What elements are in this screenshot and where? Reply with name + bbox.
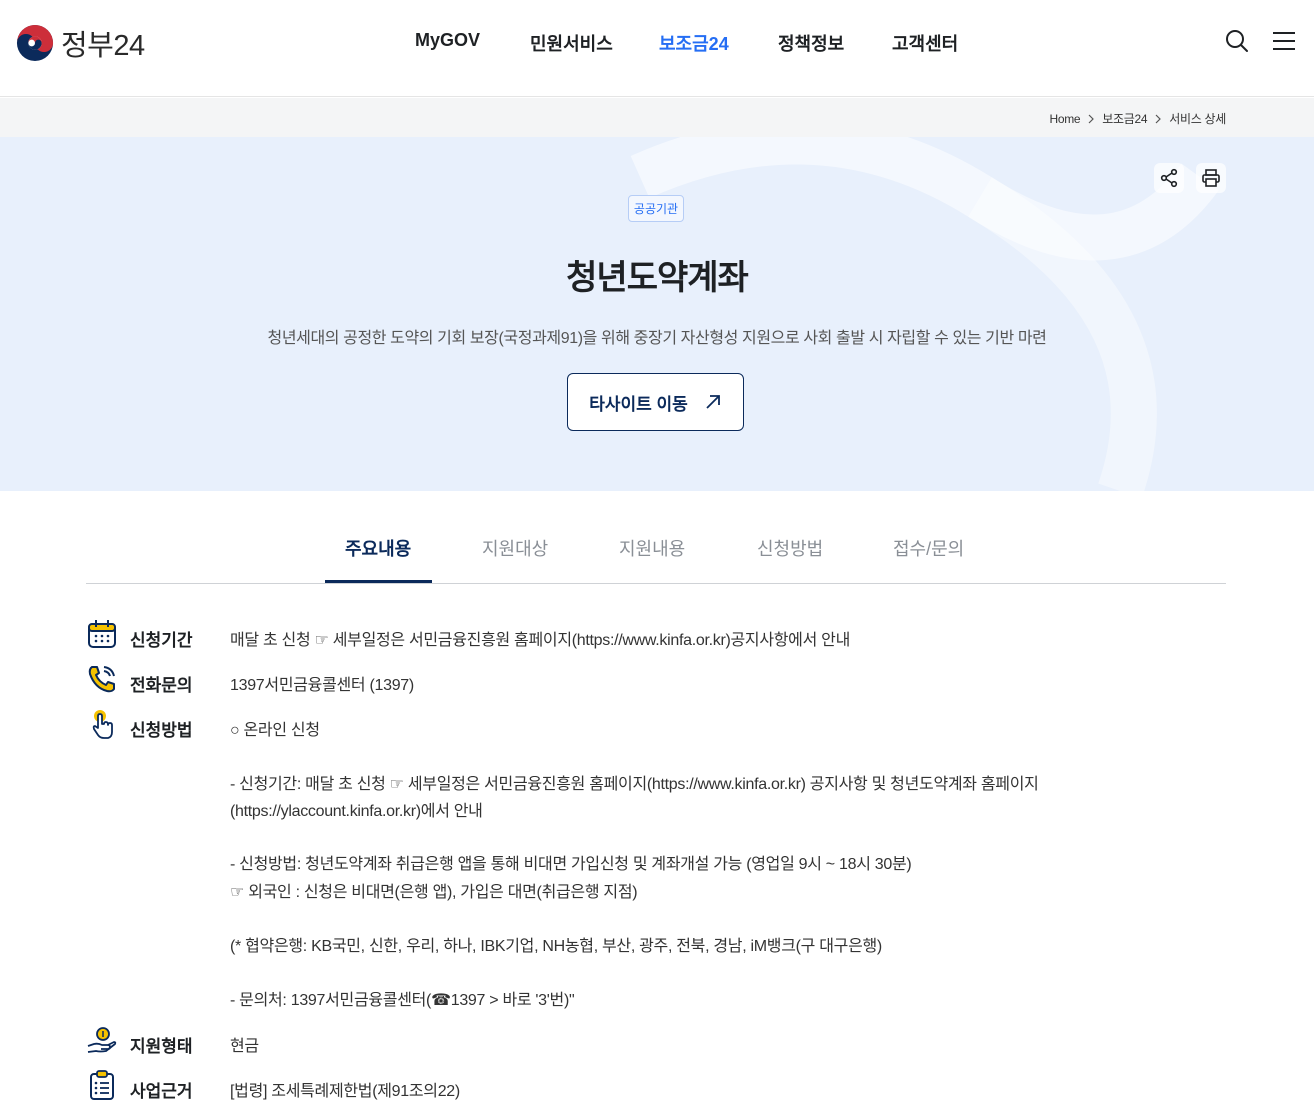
method-line: (https://ylaccount.kinfa.or.kr)에서 안내 xyxy=(230,803,483,820)
nav-policy-info[interactable]: 정책정보 xyxy=(778,30,844,56)
tab-contact[interactable]: 접수/문의 xyxy=(893,535,964,561)
menu-icon[interactable] xyxy=(1271,28,1297,54)
method-line: (* 협약은행: KB국민, 신한, 우리, 하나, IBK기업, NH농협, … xyxy=(230,938,882,955)
legal-basis-value: [법령] 조세특례제한법(제91조의22) xyxy=(230,1083,460,1100)
tab-main-content[interactable]: 주요내용 xyxy=(345,535,411,561)
method-line: - 신청방법: 청년도약계좌 취급은행 앱을 통해 비대면 가입신청 및 계좌개… xyxy=(230,856,912,873)
tab-support-content[interactable]: 지원내용 xyxy=(619,535,685,561)
method-line: - 문의처: 1397서민금융콜센터(☎1397 > 바로 '3'번)" xyxy=(230,992,575,1009)
nav-customer-center[interactable]: 고객센터 xyxy=(892,30,958,56)
method-label: 신청방법 xyxy=(130,721,193,740)
hero-tools xyxy=(1154,163,1226,193)
hand-pointer-icon xyxy=(92,710,113,739)
taegeuk-logo-icon xyxy=(16,24,54,62)
support-type-value: 현금 xyxy=(230,1038,259,1055)
external-site-button-label: 타사이트 이동 xyxy=(589,394,688,414)
header: 정부24 MyGOV 민원서비스 보조금24 정책정보 고객센터 xyxy=(0,0,1314,97)
cash-hand-icon xyxy=(87,1027,117,1053)
support-type-label: 지원형태 xyxy=(130,1037,193,1056)
print-icon xyxy=(1202,169,1220,187)
legal-basis-label: 사업근거 xyxy=(130,1082,193,1101)
page-description: 청년세대의 공정한 도약의 기회 보장(국정과제91)을 위해 중장기 자산형성… xyxy=(267,330,1047,347)
page-title: 청년도약계좌 xyxy=(566,259,749,297)
breadcrumb-subsidy24[interactable]: 보조금24 xyxy=(1102,110,1147,127)
active-tab-indicator xyxy=(325,580,432,583)
share-icon xyxy=(1160,168,1178,188)
phone-value: 1397서민금융콜센터 (1397) xyxy=(230,677,414,694)
search-icon[interactable] xyxy=(1224,28,1250,54)
nav-mygov[interactable]: MyGOV xyxy=(415,30,480,51)
category-badge: 공공기관 xyxy=(628,195,684,222)
nav-civil-service[interactable]: 민원서비스 xyxy=(530,30,613,56)
tab-application-method[interactable]: 신청방법 xyxy=(757,535,823,561)
external-site-button[interactable]: 타사이트 이동 xyxy=(567,373,744,431)
logo-text: 정부24 xyxy=(61,30,145,62)
breadcrumb-current: 서비스 상세 xyxy=(1169,112,1226,126)
arrow-up-right-icon xyxy=(706,395,720,409)
phone-label: 전화문의 xyxy=(130,676,193,695)
tab-eligibility[interactable]: 지원대상 xyxy=(482,535,548,561)
breadcrumb-bar: Home 보조금24 서비스 상세 xyxy=(0,98,1314,137)
method-line: ☞ 외국인 : 신청은 비대면(은행 앱), 가입은 대면(취급은행 지점) xyxy=(230,884,638,901)
chevron-right-icon xyxy=(1155,114,1162,123)
content-tabs: 주요내용 지원대상 지원내용 신청방법 접수/문의 xyxy=(86,491,1226,584)
logo[interactable]: 정부24 xyxy=(16,22,145,64)
method-line: ○ 온라인 신청 xyxy=(230,722,320,739)
period-value: 매달 초 신청 ☞ 세부일정은 서민금융진흥원 홈페이지(https://www… xyxy=(230,632,851,649)
period-label: 신청기간 xyxy=(130,631,193,650)
clipboard-list-icon xyxy=(90,1070,114,1100)
chevron-right-icon xyxy=(1088,114,1095,123)
method-line: - 신청기간: 매달 초 신청 ☞ 세부일정은 서민금융진흥원 홈페이지(htt… xyxy=(230,776,1039,793)
nav-subsidy24[interactable]: 보조금24 xyxy=(659,30,729,56)
print-button[interactable] xyxy=(1196,163,1226,193)
breadcrumb-home[interactable]: Home xyxy=(1049,112,1080,126)
share-button[interactable] xyxy=(1154,163,1184,193)
breadcrumb: Home 보조금24 서비스 상세 xyxy=(1049,110,1226,127)
calendar-icon xyxy=(88,620,116,648)
hero-section: 공공기관 청년도약계좌 청년세대의 공정한 도약의 기회 보장(국정과제91)을… xyxy=(0,137,1314,491)
phone-icon xyxy=(88,666,115,693)
